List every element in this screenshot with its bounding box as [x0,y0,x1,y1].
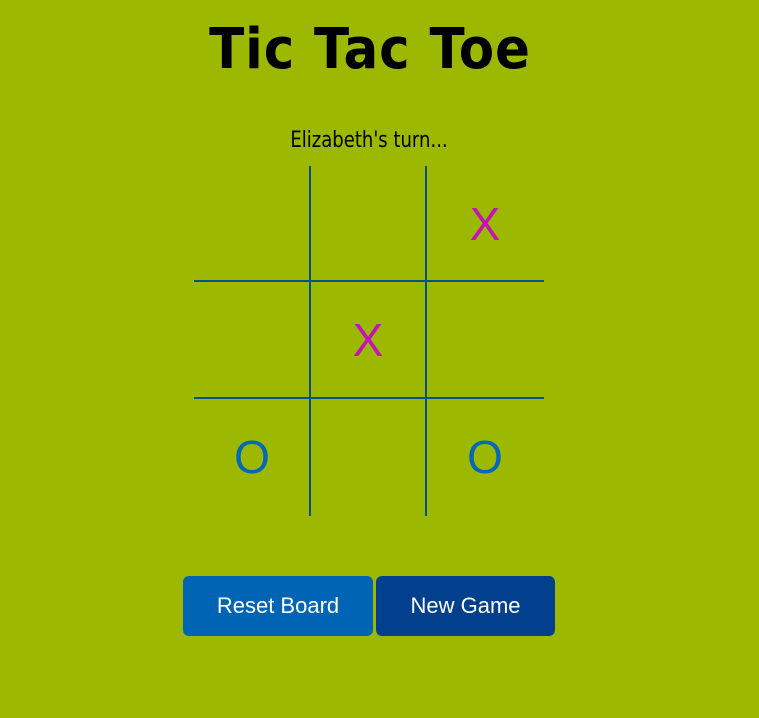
board-cell-1[interactable] [310,166,426,282]
board-cell-2[interactable]: X [427,166,543,282]
board-cell-4[interactable]: X [310,282,426,398]
new-game-button[interactable]: New Game [376,576,555,636]
board-cell-6[interactable]: O [194,399,310,515]
board-cell-5[interactable] [427,282,543,398]
board-cell-7[interactable] [310,399,426,515]
game-board: X X O O [194,166,544,516]
board-cell-0[interactable] [194,166,310,282]
board-cell-3[interactable] [194,282,310,398]
turn-status: Elizabeth's turn... [290,128,448,153]
board-cell-8[interactable]: O [427,399,543,515]
reset-board-button[interactable]: Reset Board [183,576,373,636]
game-title: Tic Tac Toe [209,17,531,82]
